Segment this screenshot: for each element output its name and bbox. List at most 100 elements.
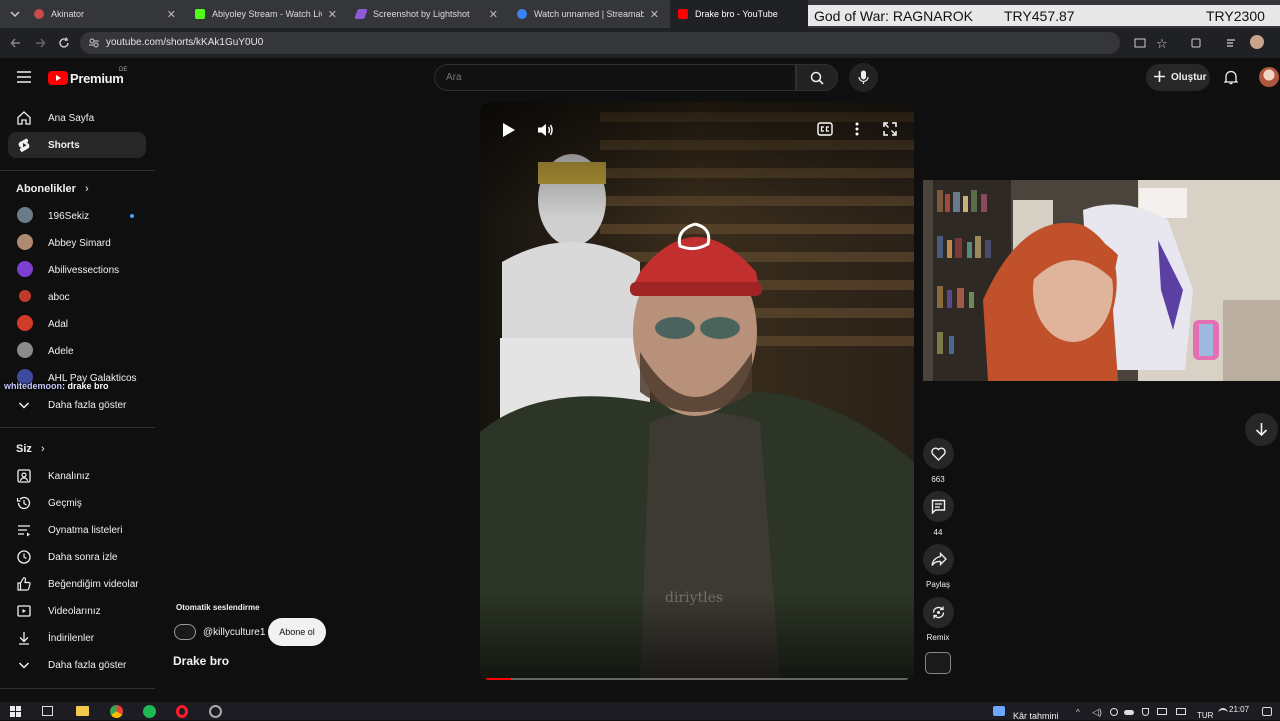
onedrive-tray-icon[interactable] <box>1124 710 1134 715</box>
forward-icon[interactable] <box>34 37 46 49</box>
voice-search-button[interactable] <box>849 63 878 92</box>
sidebar-item-label: Adele <box>48 346 74 357</box>
more-options-icon[interactable] <box>855 122 859 136</box>
close-tab-icon[interactable]: ✕ <box>328 8 337 21</box>
hamburger-menu-icon[interactable] <box>17 71 31 83</box>
volume-tray-icon[interactable]: ◁) <box>1092 707 1102 718</box>
subscriptions-heading[interactable]: Abonelikler › <box>16 183 89 195</box>
share-button[interactable] <box>923 544 954 575</box>
next-short-button[interactable] <box>1245 413 1278 446</box>
comment-icon <box>931 499 946 514</box>
channel-avatar <box>17 342 33 358</box>
sidebar-sub-196sekiz[interactable]: 196Sekiz <box>8 203 146 229</box>
notification-center-icon[interactable] <box>1262 707 1272 716</box>
browser-tab-streamable[interactable]: Watch unnamed | Streamable ✕ <box>509 0 667 28</box>
sidebar-item-liked-videos[interactable]: Beğendiğim videolar <box>8 571 146 597</box>
clock-time[interactable]: 21:07 <box>1229 705 1249 714</box>
lightshot-favicon-icon <box>354 9 368 19</box>
sidebar-item-shorts[interactable]: Shorts <box>8 132 146 158</box>
windows-start-icon[interactable] <box>10 706 21 717</box>
browser-tab-lightshot[interactable]: Screenshot by Lightshot ✕ <box>348 0 506 28</box>
browser-tab-youtube[interactable]: Drake bro - YouTube <box>670 0 808 28</box>
browser-tab-kick[interactable]: Abiyoley Stream - Watch Live o ✕ <box>187 0 345 28</box>
shorts-video-player[interactable]: diriytles <box>480 102 914 680</box>
create-button[interactable]: Oluştur <box>1146 64 1210 91</box>
video-progress-track[interactable] <box>486 678 908 680</box>
heart-icon <box>931 447 946 461</box>
display-tray-icon[interactable] <box>1176 708 1186 715</box>
like-button[interactable] <box>923 438 954 469</box>
app-taskbar-icon[interactable] <box>209 705 222 718</box>
wifi-tray-icon[interactable] <box>1218 708 1228 714</box>
comments-button[interactable] <box>923 491 954 522</box>
sidebar-you-show-more[interactable]: Daha fazla göster <box>8 652 146 678</box>
home-icon <box>16 110 32 126</box>
close-tab-icon[interactable]: ✕ <box>489 8 498 21</box>
close-tab-icon[interactable]: ✕ <box>650 8 659 21</box>
sidebar-item-downloads[interactable]: İndirilenler <box>8 625 146 651</box>
captions-icon[interactable] <box>817 122 833 136</box>
sidebar-item-label: Abilivessections <box>48 265 120 276</box>
microphone-icon <box>858 70 869 85</box>
bookmark-star-icon[interactable]: ☆ <box>1156 36 1168 52</box>
site-info-icon[interactable] <box>88 37 100 49</box>
file-explorer-icon[interactable] <box>76 706 89 716</box>
sidebar-sub-aboc[interactable]: aboc <box>8 284 146 310</box>
language-indicator[interactable]: TUR <box>1197 711 1213 720</box>
audio-source-thumbnail[interactable] <box>925 652 951 674</box>
chevron-down-icon <box>16 397 32 413</box>
spotify-taskbar-icon[interactable] <box>143 705 156 718</box>
monitor-tray-icon[interactable] <box>1157 708 1167 715</box>
search-button[interactable] <box>796 64 838 91</box>
auto-dub-label: Otomatik seslendirme <box>176 603 260 612</box>
sidebar-sub-abbey-simard[interactable]: Abbey Simard <box>8 230 146 256</box>
sidebar-item-your-channel[interactable]: Kanalınız <box>8 463 146 489</box>
subscribe-button[interactable]: Abone ol <box>268 618 326 646</box>
search-input[interactable] <box>434 64 796 91</box>
sidebar-item-playlists[interactable]: Oynatma listeleri <box>8 517 146 543</box>
sidebar-item-home[interactable]: Ana Sayfa <box>8 105 146 131</box>
media-controls-icon[interactable] <box>1226 37 1238 49</box>
extensions-icon[interactable] <box>1190 37 1202 49</box>
chrome-taskbar-icon[interactable] <box>110 705 123 718</box>
sidebar-sub-adele[interactable]: Adele <box>8 338 146 364</box>
opera-taskbar-icon[interactable] <box>176 705 188 718</box>
you-heading[interactable]: Siz › <box>16 443 45 455</box>
sidebar-sub-adal[interactable]: Adal <box>8 311 146 337</box>
browser-tab-akinator[interactable]: Akinator ✕ <box>26 0 184 28</box>
account-avatar[interactable] <box>1259 67 1279 87</box>
profile-avatar-icon[interactable] <box>1250 35 1264 49</box>
fullscreen-icon[interactable] <box>883 122 897 136</box>
channel-avatar[interactable] <box>174 624 196 640</box>
youtube-logo[interactable]: Premium DE <box>48 67 138 86</box>
tab-list-icon[interactable] <box>9 8 21 20</box>
tab-title: Akinator <box>51 9 85 19</box>
back-icon[interactable] <box>10 37 22 49</box>
channel-handle[interactable]: @killyculture1 <box>203 627 265 638</box>
new-content-dot <box>130 214 134 218</box>
url-text[interactable]: youtube.com/shorts/kKAk1GuY0U0 <box>106 37 263 48</box>
reload-icon[interactable] <box>58 37 70 49</box>
sidebar-sub-abilivessections[interactable]: Abilivessections <box>8 257 146 283</box>
chat-message: : drake bro <box>62 381 109 391</box>
notifications-bell-icon[interactable] <box>1224 70 1238 85</box>
share-arrow-icon <box>931 552 947 567</box>
volume-icon[interactable] <box>536 121 554 139</box>
play-icon[interactable] <box>502 122 516 138</box>
sidebar-item-watch-later[interactable]: Daha sonra izle <box>8 544 146 570</box>
network-tray-icon[interactable] <box>1110 708 1118 716</box>
tray-chevron-icon[interactable]: ^ <box>1076 708 1080 717</box>
sidebar-divider <box>0 427 155 428</box>
sidebar-item-label: 196Sekiz <box>48 211 90 222</box>
sidebar-item-your-videos[interactable]: Videolarınız <box>8 598 146 624</box>
sidebar-subs-show-more[interactable]: Daha fazla göster <box>8 392 146 418</box>
task-view-icon[interactable] <box>42 706 53 716</box>
search-icon <box>810 71 824 85</box>
cast-icon[interactable] <box>1134 37 1146 49</box>
playlist-icon <box>16 522 32 538</box>
sidebar-item-history[interactable]: Geçmiş <box>8 490 146 516</box>
close-tab-icon[interactable]: ✕ <box>167 8 176 21</box>
shield-tray-icon[interactable] <box>1142 708 1149 716</box>
remix-button[interactable] <box>923 597 954 628</box>
weather-icon[interactable] <box>993 706 1005 716</box>
